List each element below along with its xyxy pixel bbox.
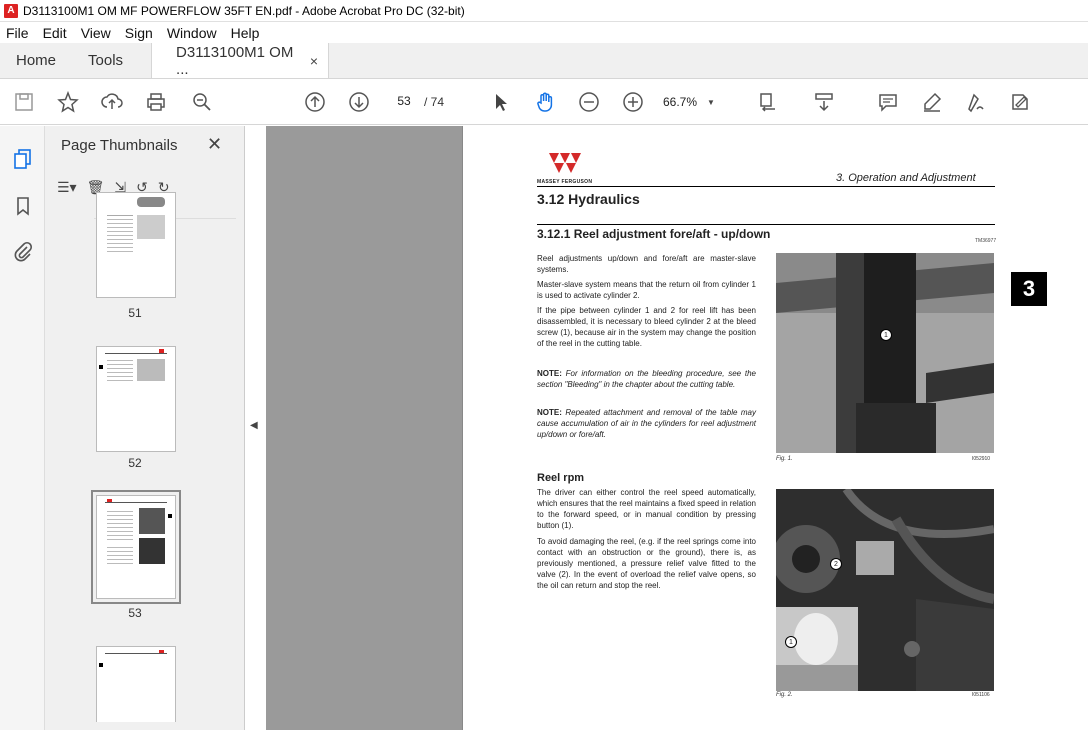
- thumbnail-label-51: 51: [128, 306, 142, 320]
- bookmark-icon[interactable]: [12, 195, 34, 217]
- callout-1: 1: [880, 329, 892, 341]
- acrobat-icon: A: [4, 3, 18, 18]
- menu-edit[interactable]: Edit: [43, 25, 67, 41]
- menu-window[interactable]: Window: [167, 25, 217, 41]
- thumbnail-page-51[interactable]: [96, 192, 176, 298]
- fill-sign-icon[interactable]: [1008, 90, 1032, 114]
- page-total: / 74: [424, 95, 445, 109]
- paragraph-2: Master-slave system means that the retur…: [537, 280, 756, 300]
- figure-1-code: I052910: [972, 456, 991, 462]
- paragraph-1: Reel adjustments up/down and fore/aft ar…: [537, 254, 756, 274]
- zoom-in-icon[interactable]: [621, 90, 645, 114]
- paragraph-3: If the pipe between cylinder 1 and 2 for…: [537, 306, 756, 348]
- page-thumbnails-icon[interactable]: [12, 148, 34, 170]
- callout-1-inset: 1: [785, 636, 797, 648]
- menu-view[interactable]: View: [81, 25, 111, 41]
- thumbnail-page-53[interactable]: [91, 490, 181, 604]
- sign-icon[interactable]: [964, 90, 988, 114]
- window-title: D3113100M1 OM MF POWERFLOW 35FT EN.pdf -…: [23, 3, 465, 18]
- heading-hydraulics: 3.12 Hydraulics: [537, 191, 640, 207]
- figure-2-code: I051106: [972, 692, 990, 698]
- scroll-mode-icon[interactable]: [812, 90, 836, 114]
- thumbnail-page-52[interactable]: [96, 346, 176, 452]
- zoom-level-value: 66.7%: [663, 95, 698, 109]
- massey-ferguson-logo: [548, 151, 582, 180]
- heading-reel-rpm: Reel rpm: [537, 472, 585, 484]
- close-panel-icon[interactable]: ✕: [207, 134, 222, 155]
- thumbnail-label-52: 52: [128, 456, 142, 470]
- print-icon[interactable]: [144, 90, 168, 114]
- document-code: TM36977: [975, 238, 997, 244]
- tab-tools[interactable]: Tools: [72, 43, 139, 78]
- figure-1-photo: 1: [776, 253, 994, 453]
- tab-document-label: D3113100M1 OM ...: [176, 43, 294, 78]
- previous-page-icon[interactable]: [303, 90, 327, 114]
- page-display-icon[interactable]: [756, 90, 780, 114]
- title-bar: A D3113100M1 OM MF POWERFLOW 35FT EN.pdf…: [0, 0, 1088, 22]
- figure-2-caption: Fig. 2.: [776, 692, 793, 698]
- menu-help[interactable]: Help: [231, 25, 260, 41]
- viewer-background: [266, 126, 462, 730]
- note-bleeding: NOTE: For information on the bleeding pr…: [537, 369, 756, 389]
- hand-tool-icon[interactable]: [533, 90, 557, 114]
- paragraph-reel-2: To avoid damaging the reel, (e.g. if the…: [537, 537, 756, 590]
- menu-bar: File Edit View Sign Window Help: [0, 22, 1088, 43]
- zoom-search-icon[interactable]: [190, 90, 214, 114]
- thumbnail-page-54[interactable]: [96, 646, 176, 722]
- thumbnail-label-53: 53: [128, 606, 142, 620]
- chapter-tab: 3: [1011, 272, 1047, 306]
- save-icon[interactable]: [12, 90, 36, 114]
- subheading-rule: [537, 224, 995, 225]
- tab-home[interactable]: Home: [0, 43, 72, 78]
- figure-2-photo: 2 1: [776, 489, 994, 691]
- select-cursor-icon[interactable]: [489, 90, 513, 114]
- callout-2: 2: [830, 558, 842, 570]
- tab-document[interactable]: D3113100M1 OM ... ×: [151, 43, 330, 78]
- options-menu-icon[interactable]: ☰▾: [57, 179, 77, 196]
- close-tab-icon[interactable]: ×: [310, 53, 318, 69]
- upload-icon[interactable]: [100, 90, 124, 114]
- zoom-out-icon[interactable]: [577, 90, 601, 114]
- header-rule: [537, 186, 995, 187]
- page-number-input[interactable]: 53: [389, 90, 419, 112]
- highlight-icon[interactable]: [920, 90, 944, 114]
- zoom-level-select[interactable]: 66.7% ▼: [663, 92, 733, 112]
- brand-name: MASSEY FERGUSON: [537, 179, 593, 185]
- comment-icon[interactable]: [876, 90, 900, 114]
- paragraph-reel-1: The driver can either control the reel s…: [537, 488, 756, 530]
- menu-file[interactable]: File: [6, 25, 29, 41]
- panel-title: Page Thumbnails: [61, 137, 178, 154]
- bookmark-star-icon[interactable]: [56, 90, 80, 114]
- note-air-accumulation: NOTE: Repeated attachment and removal of…: [537, 408, 756, 439]
- chevron-down-icon: ▼: [707, 97, 715, 107]
- collapse-panel-icon[interactable]: ◀: [250, 420, 258, 431]
- figure-1-caption: Fig. 1.: [776, 456, 793, 462]
- subheading-reel-adjustment: 3.12.1 Reel adjustment fore/aft - up/dow…: [537, 227, 771, 241]
- attachment-icon[interactable]: [12, 240, 34, 262]
- next-page-icon[interactable]: [347, 90, 371, 114]
- section-header: 3. Operation and Adjustment: [836, 172, 976, 184]
- tab-bar: Home Tools D3113100M1 OM ... ×: [0, 43, 1088, 79]
- menu-sign[interactable]: Sign: [125, 25, 153, 41]
